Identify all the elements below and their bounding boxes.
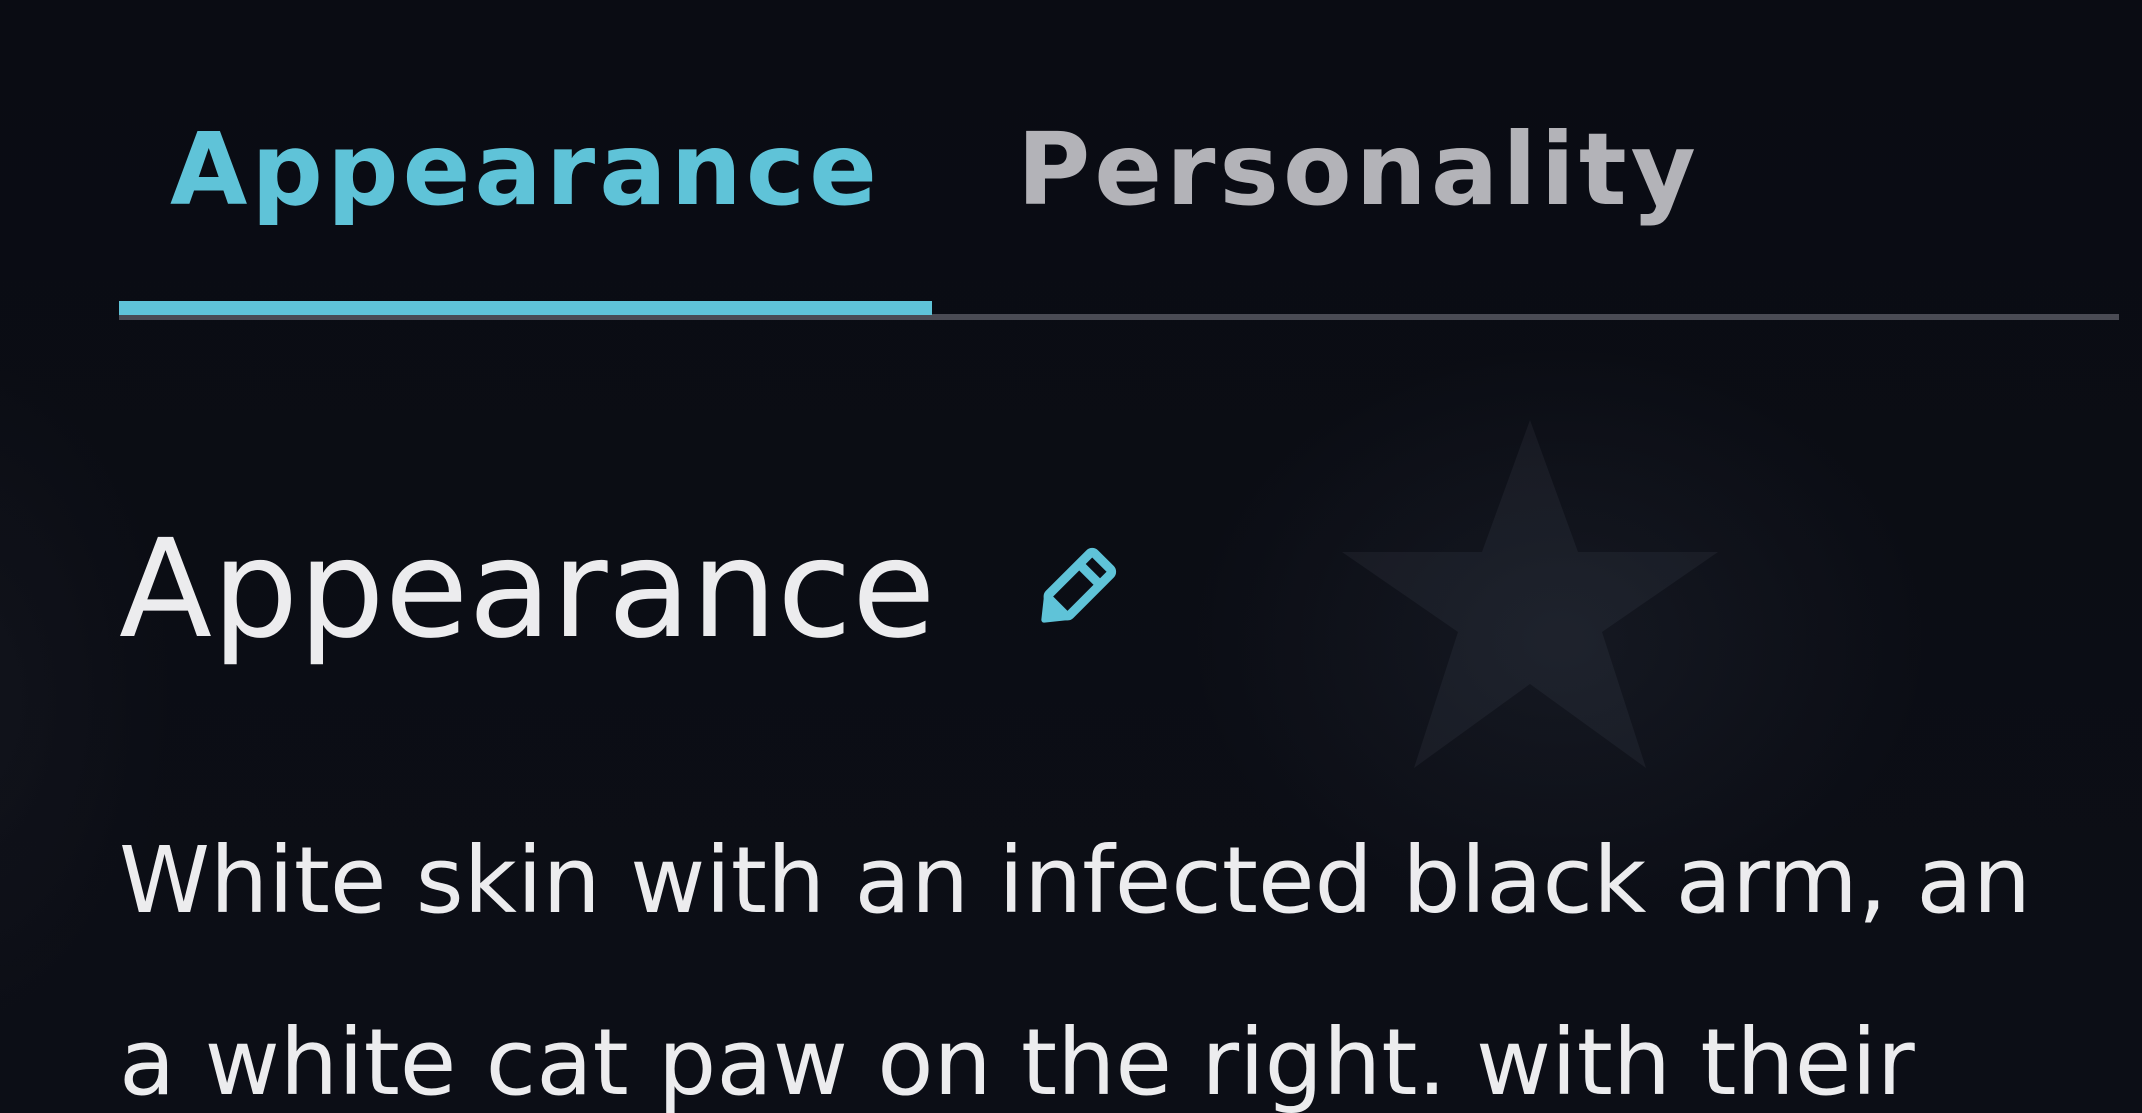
- tab-personality-label: Personality: [1017, 111, 1700, 228]
- character-detail-panel: Appearance Personality Appearance White …: [0, 0, 2142, 1113]
- section-heading: Appearance: [119, 515, 1124, 665]
- description-line: a white cat paw on the right. with their: [119, 1009, 1915, 1113]
- tab-personality[interactable]: Personality: [1017, 95, 1777, 310]
- tab-appearance[interactable]: Appearance: [119, 95, 932, 310]
- section-title: Appearance: [119, 511, 936, 669]
- edit-appearance-button[interactable]: [1024, 540, 1124, 640]
- tab-appearance-label: Appearance: [170, 111, 881, 228]
- description-line: White skin with an infected black arm, a…: [119, 827, 2032, 934]
- active-tab-indicator: [119, 301, 932, 315]
- pencil-icon: [1040, 547, 1116, 623]
- tab-bar: Appearance Personality: [119, 95, 2119, 323]
- appearance-description: White skin with an infected black arm, a…: [119, 790, 2109, 1113]
